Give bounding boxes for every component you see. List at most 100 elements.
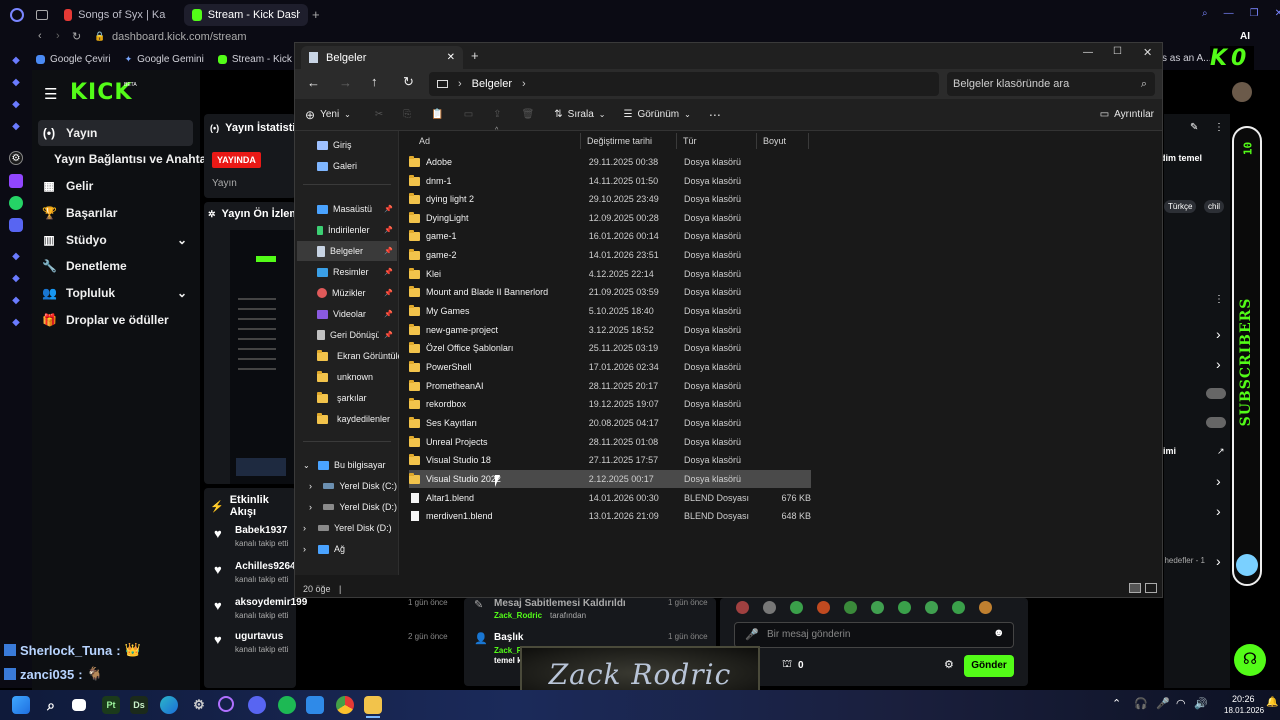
nav-saved[interactable]: kaydedilenler xyxy=(297,409,397,429)
more-icon[interactable]: ⋯ xyxy=(709,108,721,122)
windows-start-icon[interactable] xyxy=(12,696,30,714)
browser-menu-icon[interactable] xyxy=(10,8,24,22)
task-view-icon[interactable] xyxy=(72,699,86,711)
browser-tab-kick[interactable]: Stream - Kick Dashboa xyxy=(184,4,308,26)
back-icon[interactable]: ‹ xyxy=(38,30,42,42)
minimize-icon[interactable]: — xyxy=(1224,8,1234,19)
diamond-icon[interactable]: ◆ xyxy=(9,294,23,308)
nav-stream-key[interactable]: Yayın Bağlantısı ve Anahtarı xyxy=(38,146,214,172)
file-row[interactable]: Özel Office Şablonları 25.11.2025 03:19 Do… xyxy=(409,339,811,357)
whatsapp-icon[interactable] xyxy=(9,196,23,210)
reload-icon[interactable]: ↻ xyxy=(72,30,81,43)
forward-icon[interactable]: → xyxy=(339,75,352,90)
emoji-icon[interactable]: ☻ xyxy=(993,627,1005,639)
emote-icon[interactable] xyxy=(763,601,776,614)
edit-icon[interactable]: ✎ xyxy=(1190,122,1198,133)
notification-icon[interactable]: 🔔 xyxy=(1266,697,1278,708)
vscode-icon[interactable] xyxy=(306,696,324,714)
ai-button[interactable]: AI xyxy=(1240,31,1250,42)
tree-disk-d[interactable]: › Yerel Disk (D:) xyxy=(297,497,397,517)
nav-documents[interactable]: Belgeler 📌 xyxy=(297,241,397,261)
restore-icon[interactable]: ❐ xyxy=(1250,8,1259,19)
nav-pictures[interactable]: Resimler 📌 xyxy=(297,262,397,282)
mod-log-user[interactable]: Zack_R xyxy=(494,646,522,655)
spotify-icon[interactable] xyxy=(278,696,296,714)
close-icon[interactable]: ✕ xyxy=(1275,8,1280,19)
diamond-icon[interactable]: ◆ xyxy=(9,54,23,68)
file-row[interactable]: PrometheanAI 28.11.2025 20:17 Dosya klasör… xyxy=(409,377,811,395)
volume-icon[interactable]: 🔊 xyxy=(1194,697,1208,710)
maximize-icon[interactable]: ☐ xyxy=(1113,46,1122,57)
nav-gallery[interactable]: Galeri xyxy=(297,156,397,176)
chevron-right-icon[interactable]: › xyxy=(1216,503,1221,519)
tiles-view-icon[interactable] xyxy=(1145,583,1157,593)
up-icon[interactable]: ↑ xyxy=(371,74,378,89)
browser-tab-songs[interactable]: Songs of Syx | Kapsamlı B xyxy=(56,4,174,26)
hamburger-icon[interactable]: ☰ xyxy=(44,85,57,103)
nav-drops[interactable]: 🎁 Droplar ve ödüller xyxy=(38,307,193,333)
mic-icon[interactable]: 🎤 xyxy=(745,628,759,641)
nav-home[interactable]: Giriş xyxy=(297,135,397,155)
emote-icon[interactable] xyxy=(790,601,803,614)
column-header-date[interactable]: Değiştirme tarihi xyxy=(581,133,677,149)
details-view-icon[interactable] xyxy=(1129,583,1141,593)
nav-studio[interactable]: ▥ Stüdyo ⌄ xyxy=(38,227,193,253)
edge-icon[interactable] xyxy=(160,696,178,714)
refresh-icon[interactable]: ↻ xyxy=(403,74,414,90)
discord-icon[interactable] xyxy=(248,696,266,714)
nav-unknown[interactable]: unknown xyxy=(297,367,397,387)
sort-button[interactable]: ⇅ Sırala ⌄ xyxy=(554,109,605,120)
file-row[interactable]: Altar1.blend 14.01.2026 00:30 BLEND Dosyas… xyxy=(409,489,811,507)
emote-icon[interactable] xyxy=(844,601,857,614)
emote-icon[interactable] xyxy=(898,601,911,614)
file-row-selected[interactable]: Visual Studio 2022 2.12.2025 00:17 Dosya k… xyxy=(409,470,811,488)
nav-screenshots[interactable]: Ekran Görüntüleri xyxy=(297,346,408,366)
new-tab-button[interactable]: + xyxy=(312,7,320,22)
send-button[interactable]: Gönder xyxy=(964,655,1014,677)
chat-input[interactable]: 🎤 Bir mesaj gönderin ☻ xyxy=(734,622,1014,648)
new-tab-icon[interactable]: + xyxy=(471,48,479,63)
paste-icon[interactable]: 📋 xyxy=(431,109,443,120)
file-row[interactable]: DyingLight 12.09.2025 00:28 Dosya klasörü xyxy=(409,209,811,227)
diamond-icon[interactable]: ◆ xyxy=(9,272,23,286)
painter-app-icon[interactable]: Pt xyxy=(102,696,120,714)
points-icon[interactable]: ⛫ xyxy=(782,658,792,672)
new-button[interactable]: ⊕ Yeni ⌄ xyxy=(305,108,351,122)
headset-icon[interactable]: 🎧 xyxy=(1134,697,1148,710)
file-row[interactable]: new-game-project 3.12.2025 18:52 Dosya kla… xyxy=(409,321,811,339)
toggle-switch[interactable] xyxy=(1206,388,1226,399)
toggle-switch[interactable] xyxy=(1206,417,1226,428)
tag-chip[interactable]: chil xyxy=(1204,200,1225,213)
emote-icon[interactable] xyxy=(952,601,965,614)
share-icon[interactable]: ⇪ xyxy=(493,109,501,120)
nav-downloads[interactable]: İndirilenler 📌 xyxy=(297,220,397,240)
file-row[interactable]: merdiven1.blend 13.01.2026 21:09 BLEND Dos… xyxy=(409,507,811,525)
nav-videos[interactable]: Videolar 📌 xyxy=(297,304,397,324)
chatgpt-icon[interactable]: ⚙ xyxy=(9,151,23,165)
external-link-icon[interactable]: ↗ xyxy=(1217,446,1225,457)
file-row[interactable]: dying light 2 29.10.2025 23:49 Dosya klasö… xyxy=(409,190,811,208)
more-icon[interactable]: ⋮ xyxy=(1214,294,1224,305)
explorer-address-bar[interactable]: › Belgeler › xyxy=(429,72,939,96)
search-icon[interactable]: ⌕ xyxy=(42,696,60,714)
activity-user[interactable]: Babek1937 xyxy=(235,525,287,536)
explorer-tab[interactable]: Belgeler ✕ xyxy=(301,46,463,69)
details-button[interactable]: ▭ Ayrıntılar xyxy=(1100,109,1154,120)
file-row[interactable]: My Games 5.10.2025 18:40 Dosya klasörü xyxy=(409,302,811,320)
column-header-type[interactable]: Tür xyxy=(677,133,757,149)
back-icon[interactable]: ← xyxy=(307,75,320,90)
tree-disk-d-root[interactable]: › Yerel Disk (D:) xyxy=(297,518,397,538)
forward-icon[interactable]: › xyxy=(56,30,60,42)
stream-preview-thumbnail[interactable] xyxy=(230,230,296,484)
file-row[interactable]: Klei 4.12.2025 22:14 Dosya klasörü xyxy=(409,265,811,283)
wifi-icon[interactable]: ◠ xyxy=(1176,697,1186,710)
file-row[interactable]: game-2 14.01.2026 23:51 Dosya klasörü xyxy=(409,246,811,264)
bookmark-gemini[interactable]: ✦ Google Gemini xyxy=(125,54,204,65)
file-row[interactable]: dnm-1 14.11.2025 01:50 Dosya klasörü xyxy=(409,172,811,190)
cut-icon[interactable]: ✂ xyxy=(375,109,383,120)
nav-stream[interactable]: (•) Yayın xyxy=(38,120,193,146)
bookmark-google-translate[interactable]: Google Çeviri xyxy=(36,54,111,65)
close-icon[interactable]: ✕ xyxy=(1143,46,1152,59)
mod-log-user[interactable]: Zack_Rodric xyxy=(494,611,542,620)
emote-icon[interactable] xyxy=(925,601,938,614)
